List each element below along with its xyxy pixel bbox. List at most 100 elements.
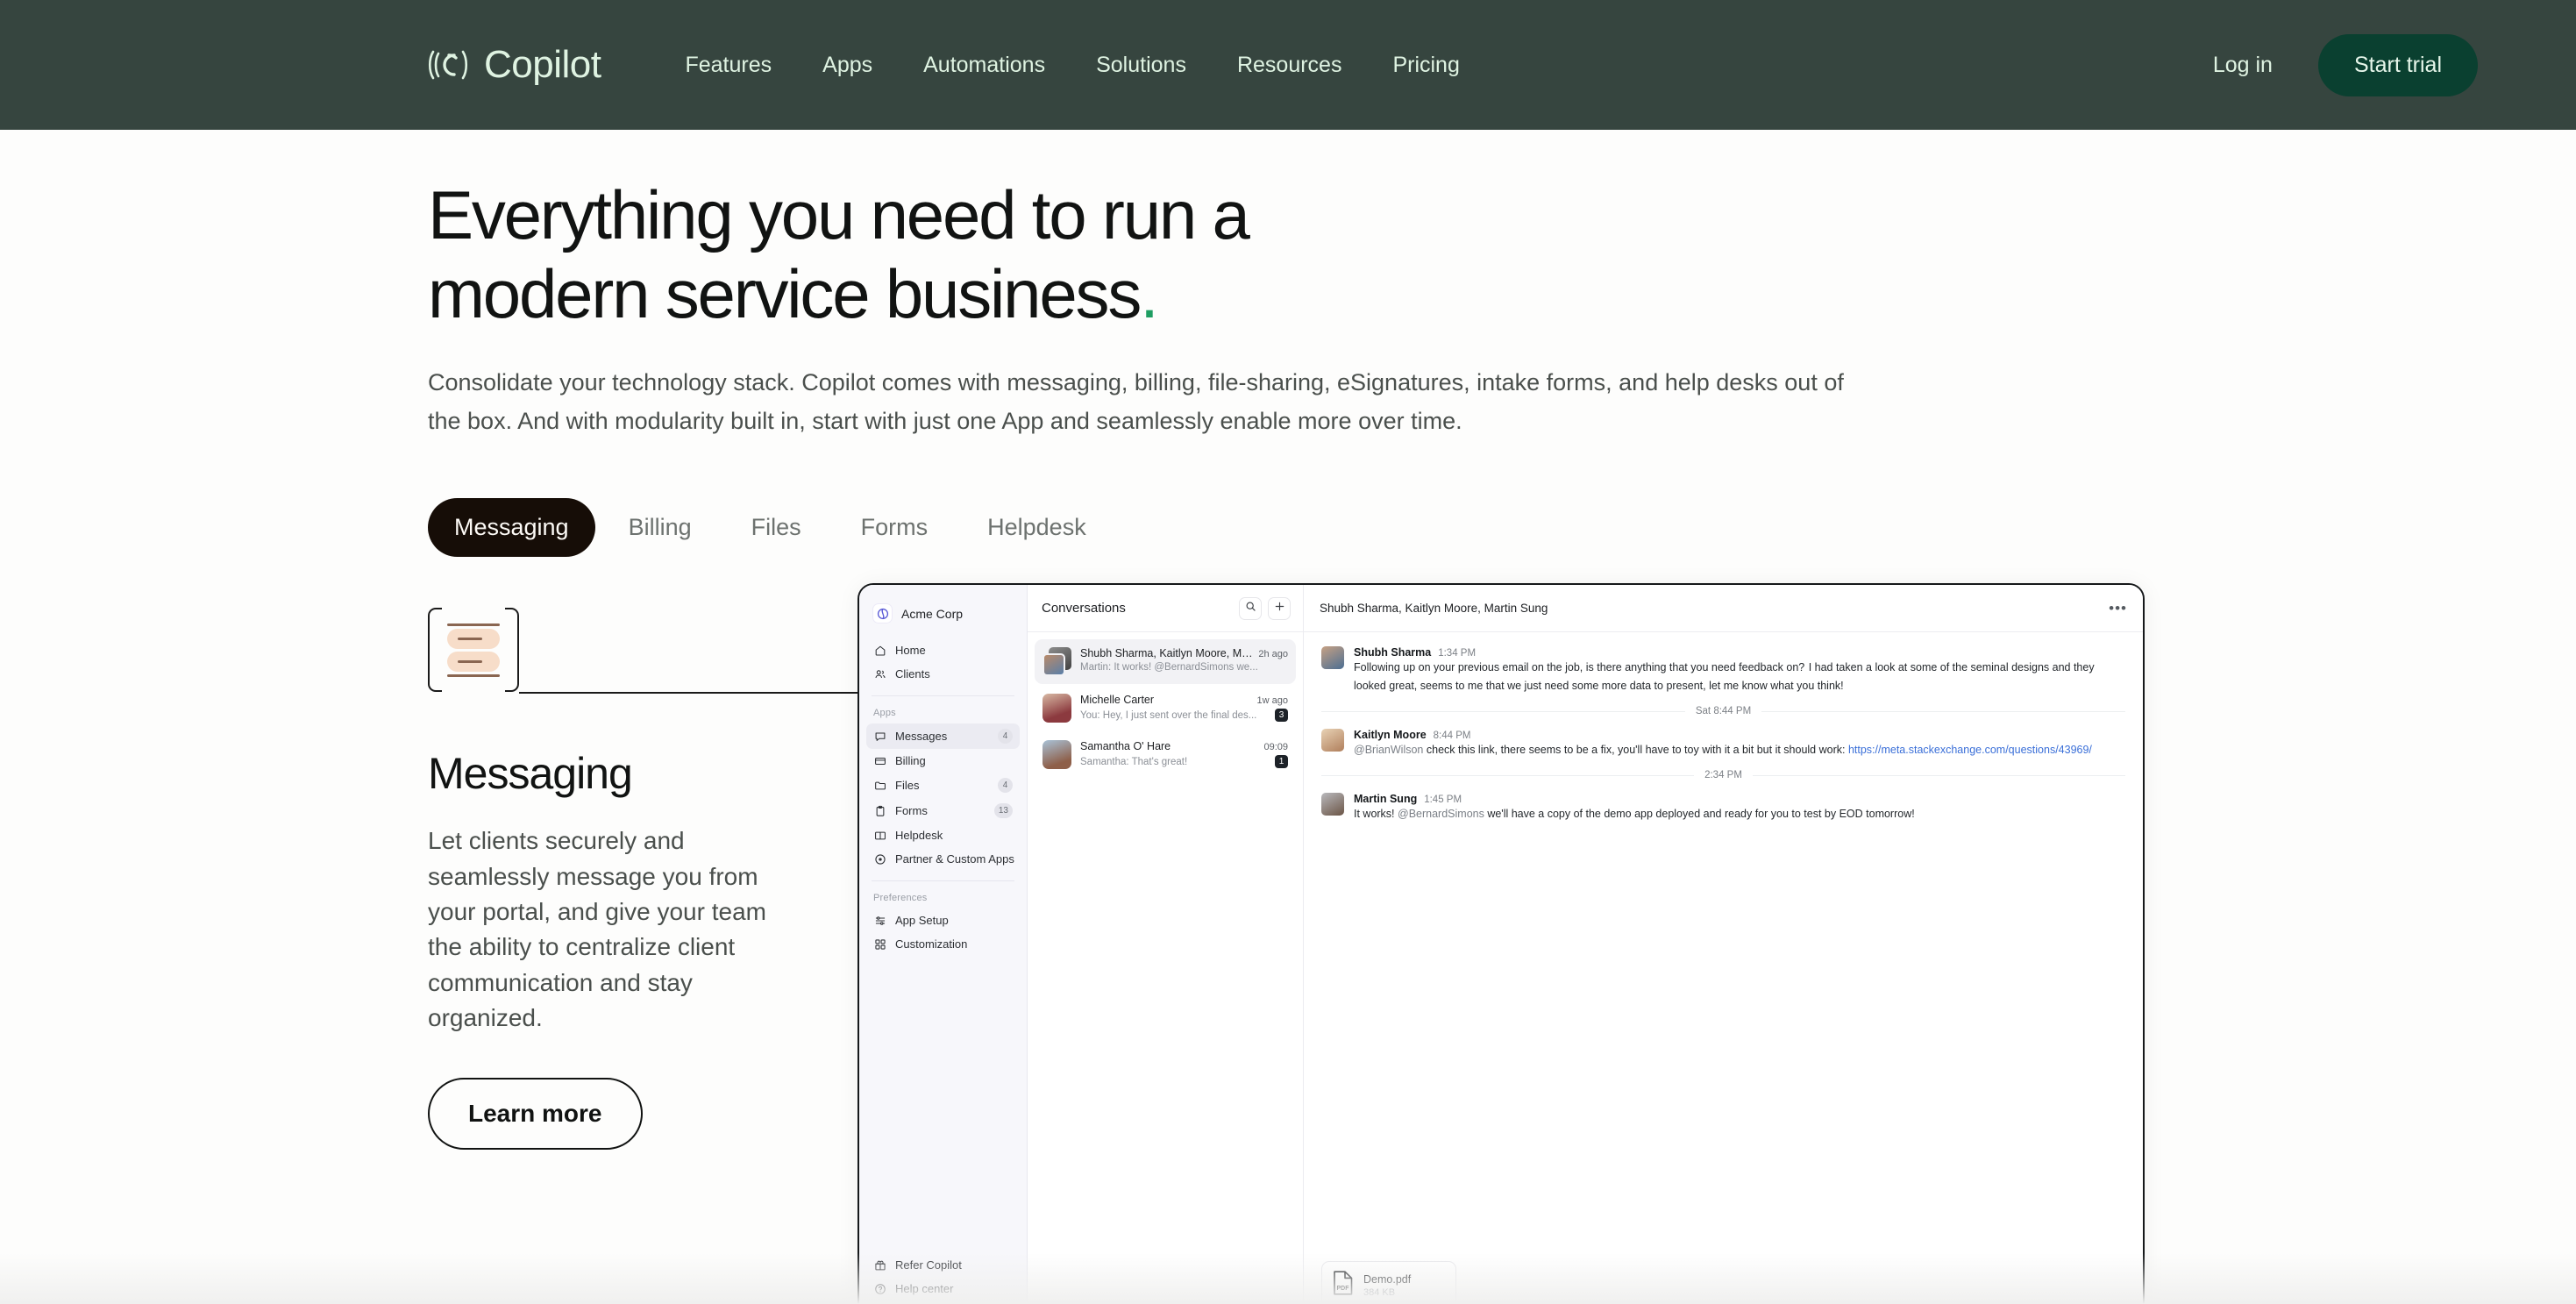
attachment-name: Demo.pdf — [1363, 1272, 1412, 1286]
sidebar-item-clients[interactable]: Clients — [866, 662, 1020, 686]
sidebar-item-billing[interactable]: Billing — [866, 749, 1020, 773]
sidebar-item-app-setup[interactable]: App Setup — [866, 909, 1020, 932]
nav-item-pricing[interactable]: Pricing — [1392, 53, 1459, 78]
page-title: Everything you need to run a modern serv… — [428, 175, 1480, 334]
brand-logo[interactable]: Copilot — [428, 43, 601, 87]
mention[interactable]: @BernardSimons — [1398, 808, 1484, 820]
connector-line — [519, 692, 896, 695]
avatar — [1042, 740, 1071, 769]
avatar — [1321, 646, 1344, 669]
sidebar-item-forms[interactable]: Forms 13 — [866, 798, 1020, 823]
header-actions: Log in Start trial — [2213, 33, 2478, 96]
conversation-preview: Martin: It works! @BernardSimons we... — [1080, 662, 1258, 673]
message-link[interactable]: https://meta.stackexchange.com/questions… — [1848, 744, 2092, 756]
pdf-file-icon: PDF — [1332, 1270, 1355, 1300]
message-text: It works! @BernardSimons we'll have a co… — [1354, 808, 1915, 820]
message-thread: Shubh Sharma, Kaitlyn Moore, Martin Sung… — [1304, 585, 2143, 1304]
messaging-icon — [428, 608, 519, 693]
conversation-name: Michelle Carter — [1080, 694, 1155, 706]
conversations-panel: Conversations Shubh Sharma, Kaitlyn Moor… — [1028, 585, 1304, 1304]
sidebar-item-refer-copilot[interactable]: Refer Copilot — [866, 1253, 1020, 1277]
search-icon — [1245, 601, 1256, 616]
conversation-row[interactable]: Shubh Sharma, Kaitlyn Moore, Marti... 2h… — [1035, 639, 1296, 684]
more-options-icon[interactable]: ••• — [2109, 601, 2127, 616]
message-author: Kaitlyn Moore — [1354, 729, 1427, 741]
sidebar-item-helpdesk[interactable]: Helpdesk — [866, 823, 1020, 847]
sidebar-item-home[interactable]: Home — [866, 638, 1020, 662]
conversations-header: Conversations — [1028, 585, 1303, 632]
message-body: we'll have a copy of the demo app deploy… — [1484, 808, 1915, 820]
message-author: Martin Sung — [1354, 793, 1418, 805]
conversation-preview: You: Hey, I just sent over the final des… — [1080, 709, 1257, 721]
forms-icon — [873, 804, 886, 817]
sidebar-item-files-label: Files — [895, 779, 920, 792]
sidebar-item-home-label: Home — [895, 644, 926, 657]
attachment-card[interactable]: PDF Demo.pdf 384 KB — [1321, 1261, 1456, 1304]
conversations-list: Shubh Sharma, Kaitlyn Moore, Marti... 2h… — [1028, 632, 1303, 779]
sidebar-item-refer-copilot-label: Refer Copilot — [895, 1258, 962, 1272]
conversation-preview: Samantha: That's great! — [1080, 756, 1188, 767]
billing-icon — [873, 754, 886, 767]
conversation-name: Samantha O' Hare — [1080, 740, 1171, 752]
message-text: @BrianWilson check this link, there seem… — [1354, 744, 2092, 756]
sidebar-item-partner-apps[interactable]: Partner & Custom Apps — [866, 847, 1020, 871]
nav-item-resources[interactable]: Resources — [1237, 53, 1342, 78]
sidebar-item-help-center[interactable]: Help center — [866, 1277, 1020, 1300]
sidebar-item-customization[interactable]: Customization — [866, 932, 1020, 956]
sidebar-preferences-nav: App Setup Customization — [859, 909, 1027, 956]
app-setup-icon — [873, 914, 886, 927]
login-link[interactable]: Log in — [2213, 53, 2273, 78]
unread-badge: 3 — [1275, 709, 1288, 722]
tab-files[interactable]: Files — [725, 498, 828, 557]
sidebar-item-messages[interactable]: Messages 4 — [866, 723, 1020, 749]
home-icon — [873, 644, 886, 657]
sidebar-item-forms-label: Forms — [895, 804, 928, 817]
forms-badge: 13 — [993, 803, 1013, 818]
sidebar-item-clients-label: Clients — [895, 667, 930, 681]
conversation-time: 2h ago — [1258, 649, 1288, 659]
customization-icon — [873, 937, 886, 951]
sidebar-item-files[interactable]: Files 4 — [866, 773, 1020, 798]
time-divider-label: Sat 8:44 PM — [1695, 706, 1752, 716]
partner-apps-icon — [873, 852, 886, 866]
message-time: 8:44 PM — [1433, 730, 1471, 741]
learn-more-button[interactable]: Learn more — [428, 1078, 643, 1151]
conversation-row[interactable]: Samantha O' Hare 09:09 Samantha: That's … — [1035, 732, 1296, 777]
sidebar-section-preferences: Preferences — [873, 893, 928, 903]
new-conversation-button[interactable] — [1268, 596, 1291, 620]
sidebar-item-billing-label: Billing — [895, 754, 926, 767]
nav-item-automations[interactable]: Automations — [923, 53, 1045, 78]
conversation-time: 1w ago — [1256, 695, 1288, 706]
bracket-right-icon — [505, 608, 519, 693]
sidebar-item-messages-label: Messages — [895, 730, 948, 743]
sidebar-section-apps: Apps — [873, 708, 896, 718]
start-trial-button[interactable]: Start trial — [2317, 33, 2478, 96]
conversation-row[interactable]: Michelle Carter 1w ago You: Hey, I just … — [1035, 686, 1296, 730]
sidebar-item-customization-label: Customization — [895, 937, 968, 951]
nav-item-features[interactable]: Features — [685, 53, 772, 78]
brand-name: Copilot — [484, 43, 601, 86]
hero-title-line1: Everything you need to run a — [428, 176, 1250, 253]
workspace-switcher[interactable]: Acme Corp — [859, 597, 1027, 638]
conversations-title: Conversations — [1042, 601, 1126, 616]
copilot-logo-icon — [428, 45, 468, 85]
conversation-name: Shubh Sharma, Kaitlyn Moore, Marti... — [1080, 647, 1254, 659]
sidebar-divider-1 — [872, 695, 1014, 696]
tab-forms[interactable]: Forms — [835, 498, 955, 557]
hero-section: Everything you need to run a modern serv… — [0, 130, 2576, 558]
tab-helpdesk[interactable]: Helpdesk — [961, 498, 1113, 557]
tab-billing[interactable]: Billing — [602, 498, 718, 557]
nav-item-solutions[interactable]: Solutions — [1096, 53, 1186, 78]
unread-badge: 1 — [1275, 755, 1288, 768]
sidebar-bottom-nav: Refer Copilot Help center — [859, 1253, 1027, 1304]
sidebar-item-partner-apps-label: Partner & Custom Apps — [895, 852, 1014, 866]
sidebar-item-help-center-label: Help center — [895, 1282, 954, 1295]
message-item: Shubh Sharma 1:34 PM Following up on you… — [1321, 646, 2125, 695]
search-button[interactable] — [1239, 596, 1262, 620]
nav-item-apps[interactable]: Apps — [822, 53, 872, 78]
feature-copy: Messaging Let clients securely and seaml… — [0, 608, 896, 1151]
message-icon — [873, 730, 886, 743]
mention[interactable]: @BrianWilson — [1354, 744, 1423, 756]
tab-messaging[interactable]: Messaging — [428, 498, 595, 558]
message-time: 1:34 PM — [1438, 648, 1477, 659]
